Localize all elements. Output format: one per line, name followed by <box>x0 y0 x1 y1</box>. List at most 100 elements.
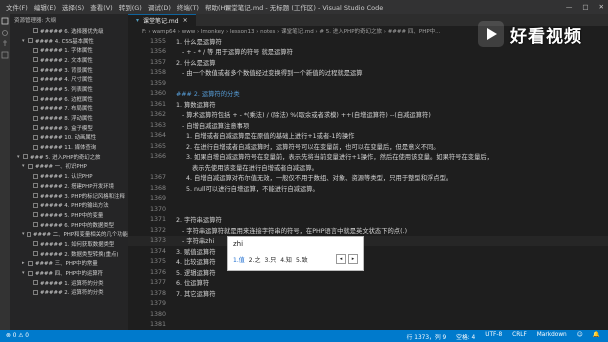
editor-line[interactable]: 1358 - 由一个数值或者多个数值经过变换得到一个新值的过程就是运算 <box>128 68 608 79</box>
outline-item-label: #### 4. CSS基本属性 <box>35 38 94 45</box>
outline-item[interactable]: ##### 6. PHP中的数据类型 <box>10 220 128 230</box>
outline-item[interactable]: ##### 6. 边框属性 <box>10 94 128 104</box>
outline-item[interactable]: ##### 1. 运算符的分类 <box>10 278 128 288</box>
ime-candidate[interactable]: 4.知 <box>280 255 292 264</box>
editor-area[interactable]: 1355 1. 什么是运算符 1356 - + - * / 等 用于运算的符号 就是… <box>128 36 608 330</box>
editor-line[interactable]: 1363 - 自增自减运算注意事项 <box>128 120 608 131</box>
outline-item[interactable]: ▾ #### 四、PHP中的运算符 <box>10 268 128 278</box>
ime-candidate[interactable]: 2.之 <box>249 255 261 264</box>
editor-line[interactable]: 1380 <box>128 309 608 320</box>
outline-item[interactable]: ##### 4. 尺寸属性 <box>10 74 128 84</box>
editor-line[interactable]: 1369 <box>128 194 608 205</box>
play-logo-icon <box>487 28 497 40</box>
editor-line[interactable]: 1379 <box>128 299 608 310</box>
menu-debug[interactable]: 调试(D) <box>148 2 171 12</box>
outline-item-label: ##### 6. 边框属性 <box>40 96 93 103</box>
editor-line[interactable]: 1376 5. 逻辑运算符 <box>128 267 608 278</box>
outline-item[interactable]: ##### 6. 选择器优先级 <box>10 26 128 36</box>
editor-line[interactable]: 1372 - 字符串运算符就是用来连接字符串的符号，在PHP语言中就是英文状态下… <box>128 225 608 236</box>
editor-line[interactable]: 1381 <box>128 320 608 331</box>
ime-next-page-button[interactable]: ▸ <box>348 254 358 264</box>
outline-item-label: ##### 2. 搭建PHP开发环境 <box>40 183 115 190</box>
editor-line[interactable]: 1371 2. 字符串运算符 <box>128 215 608 226</box>
cursor-position[interactable]: 行 1373，列 9 <box>407 332 447 341</box>
problems-indicator[interactable]: ⊗ 0 ⚠ 0 <box>6 333 29 339</box>
line-text: - + - * / 等 用于运算的符号 就是运算符 <box>176 49 293 57</box>
outline-item[interactable]: ##### 2. 运算符的分类 <box>10 288 128 298</box>
editor-line[interactable]: 1365 2. 在进行自增或者自减运算时，运算符号可以在变量前，也可以在变量后，… <box>128 141 608 152</box>
menu-selection[interactable]: 选择(S) <box>62 2 84 12</box>
menu-edit[interactable]: 编辑(E) <box>34 2 56 12</box>
outline-item[interactable]: ##### 1. 字体属性 <box>10 45 128 55</box>
ime-candidate[interactable]: 1.值 <box>233 255 245 264</box>
ime-candidate[interactable]: 3.只 <box>264 255 276 264</box>
close-window-button[interactable]: ✕ <box>599 3 604 11</box>
editor-line[interactable]: 1377 6. 位运算符 <box>128 278 608 289</box>
minimize-button[interactable]: — <box>566 3 573 11</box>
outline-item[interactable]: ##### 1. 如何获取数据类型 <box>10 239 128 249</box>
editor-line[interactable]: 1378 7. 其它运算符 <box>128 288 608 299</box>
heading-symbol-icon <box>23 154 28 160</box>
editor-line[interactable]: 1364 1. 自增或者自减运算是在原值的基础上进行+1或者-1的操作 <box>128 131 608 142</box>
heading-symbol-icon <box>33 125 38 131</box>
outline-item[interactable]: ##### 3. 背景属性 <box>10 65 128 75</box>
outline-item[interactable]: ##### 1. 认识PHP <box>10 171 128 181</box>
indentation-setting[interactable]: 空格: 4 <box>456 332 475 341</box>
outline-item[interactable]: ##### 8. 浮动属性 <box>10 113 128 123</box>
outline-item[interactable]: ##### 2. 文本属性 <box>10 55 128 65</box>
menu-help[interactable]: 帮助(H) <box>205 2 228 12</box>
ime-prev-page-button[interactable]: ◂ <box>336 254 346 264</box>
outline-item[interactable]: ##### 10. 动画属性 <box>10 133 128 143</box>
editor-line[interactable]: 表示先使用该变量在进行自增或者自减运算。 <box>128 162 608 173</box>
line-number: 1374 <box>149 247 166 255</box>
outline-item[interactable]: ##### 5. 列表属性 <box>10 84 128 94</box>
editor-line[interactable]: 1375 4. 比较运算符 <box>128 257 608 268</box>
heading-symbol-icon <box>33 280 38 286</box>
outline-item[interactable]: ##### 2. 数据类型转换(重点) <box>10 249 128 259</box>
outline-item[interactable]: ##### 3. PHP的标记风格和注释 <box>10 191 128 201</box>
outline-item[interactable]: ##### 4. PHP的输出方法 <box>10 200 128 210</box>
ime-page-nav: ◂ ▸ <box>336 254 358 264</box>
outline-item[interactable]: ##### 7. 布局属性 <box>10 104 128 114</box>
line-ending-setting[interactable]: CRLF <box>512 332 527 341</box>
editor-line[interactable]: 1361 1. 算数运算符 <box>128 99 608 110</box>
line-number: 1359 <box>149 79 166 87</box>
outline-item[interactable]: ##### 11. 媒体查询 <box>10 142 128 152</box>
editor-line[interactable]: 1356 - + - * / 等 用于运算的符号 就是运算符 <box>128 47 608 58</box>
maximize-button[interactable]: □ <box>582 3 588 11</box>
ime-candidate[interactable]: 5.致 <box>296 255 308 264</box>
tab-notes-md[interactable]: ▾ 课堂笔记.md × <box>128 14 196 26</box>
editor-line[interactable]: 1359 <box>128 78 608 89</box>
editor-line[interactable]: 1367 4. 自增自减运算对布尔值无效，一般仅不用于数组、对象、资源等类型，只… <box>128 173 608 184</box>
menu-view[interactable]: 查看(V) <box>90 2 113 12</box>
outline-item[interactable]: ▾ #### 一、初识PHP <box>10 162 128 172</box>
editor-line[interactable]: 1374 3. 赋值运算符 <box>128 246 608 257</box>
line-text: 5. null可以进行自增运算，不能进行自减运算。 <box>176 185 319 193</box>
feedback-icon[interactable]: ☺ <box>577 332 583 341</box>
menu-go[interactable]: 转到(G) <box>119 2 142 12</box>
outline-item[interactable]: ▾ #### 4. CSS基本属性 <box>10 36 128 46</box>
editor-line[interactable]: 1368 5. null可以进行自增运算，不能进行自减运算。 <box>128 183 608 194</box>
activity-bar <box>0 14 10 330</box>
tab-close-icon[interactable]: × <box>183 17 188 24</box>
outline-item[interactable]: ##### 5. PHP中的变量 <box>10 210 128 220</box>
outline-item[interactable]: ▾ ### 5. 进入PHP的奇幻之旅 <box>10 152 128 162</box>
outline-item-label: ##### 10. 动画属性 <box>40 135 97 142</box>
menu-terminal[interactable]: 终端(T) <box>177 2 199 12</box>
outline-item[interactable]: ##### 9. 盒子模型 <box>10 123 128 133</box>
outline-item[interactable]: ##### 2. 搭建PHP开发环境 <box>10 181 128 191</box>
encoding-setting[interactable]: UTF-8 <box>485 332 502 341</box>
editor-line[interactable]: 1357 2. 什么是运算 <box>128 57 608 68</box>
menu-file[interactable]: 文件(F) <box>6 2 28 12</box>
outline-item-label: ##### 2. 数据类型转换(重点) <box>40 251 119 258</box>
outline-item[interactable]: ▾ #### 二、PHP和变量相关的几个功能 <box>10 229 128 239</box>
editor-line[interactable]: 1362 - 算术运算符包括 + - *(乘法) / (除法) %(取余或者求模… <box>128 110 608 121</box>
editor-line[interactable]: 1360 ### 2. 运算符的分类 <box>128 89 608 100</box>
language-mode[interactable]: Markdown <box>537 332 567 341</box>
outline-item-label: ##### 4. 尺寸属性 <box>40 77 93 84</box>
notifications-icon[interactable]: 🔔 <box>593 332 600 341</box>
editor-current-line[interactable]: 1373 - 字符串zhi <box>128 235 608 246</box>
editor-line[interactable]: 1370 <box>128 204 608 215</box>
editor-line[interactable]: 1366 3. 如果自增自减运算符号在变量前，表示先将当前变量进行+1操作，然后… <box>128 152 608 163</box>
outline-item[interactable]: ▸ #### 三、PHP中的常量 <box>10 259 128 269</box>
